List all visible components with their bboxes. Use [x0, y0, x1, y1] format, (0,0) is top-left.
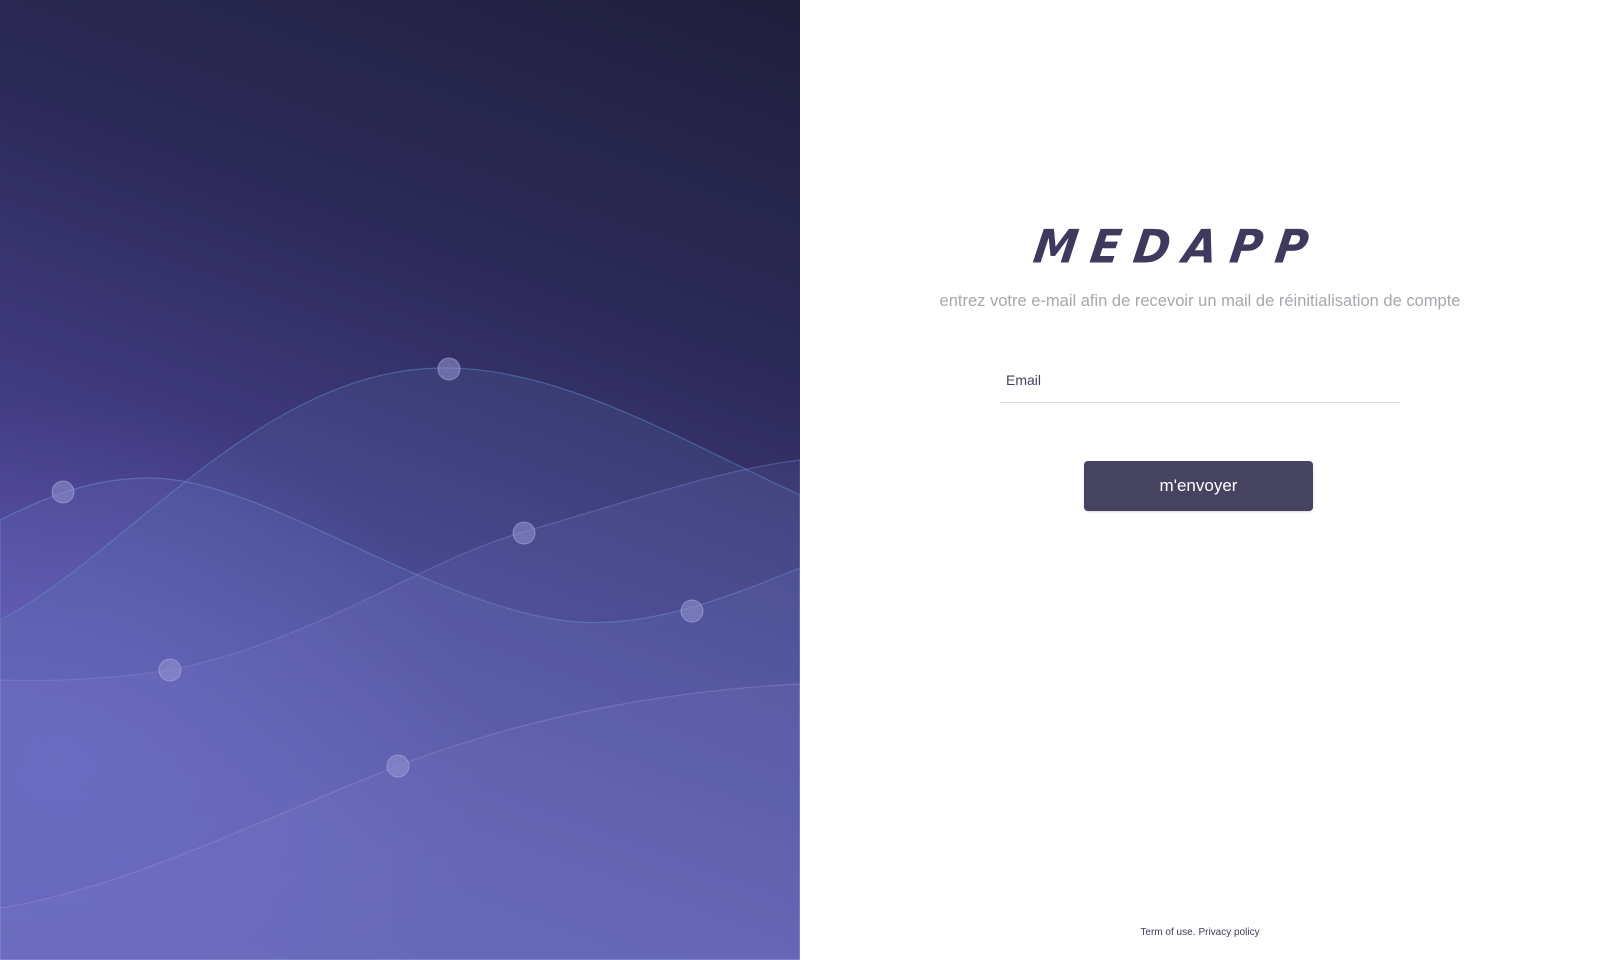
wave-dot	[386, 754, 410, 778]
reset-instruction-text: entrez votre e-mail afin de recevoir un …	[939, 292, 1461, 310]
brand-logo: MEDAPP	[800, 220, 1600, 275]
email-input[interactable]	[1000, 360, 1400, 400]
wave-illustration	[0, 357, 800, 960]
decorative-wave-panel	[0, 0, 800, 960]
reset-instruction: entrez votre e-mail afin de recevoir un …	[800, 292, 1600, 311]
wave-dot	[437, 357, 461, 381]
send-reset-button[interactable]: m'envoyer	[1084, 461, 1313, 511]
footer-links: Term of use. Privacy policy	[800, 927, 1600, 938]
terms-of-use-link[interactable]: Term of use.	[1140, 927, 1195, 938]
wave-dot	[512, 521, 536, 545]
wave-dot	[51, 480, 75, 504]
reset-form-panel: MEDAPP entrez votre e-mail afin de recev…	[800, 0, 1600, 960]
password-reset-page: MEDAPP entrez votre e-mail afin de recev…	[0, 0, 1600, 960]
wave-dot	[158, 658, 182, 682]
brand-logo-text: MEDAPP	[1029, 220, 1325, 275]
privacy-policy-link[interactable]: Privacy policy	[1198, 927, 1259, 938]
email-field	[1000, 360, 1400, 403]
wave-dot	[680, 599, 704, 623]
